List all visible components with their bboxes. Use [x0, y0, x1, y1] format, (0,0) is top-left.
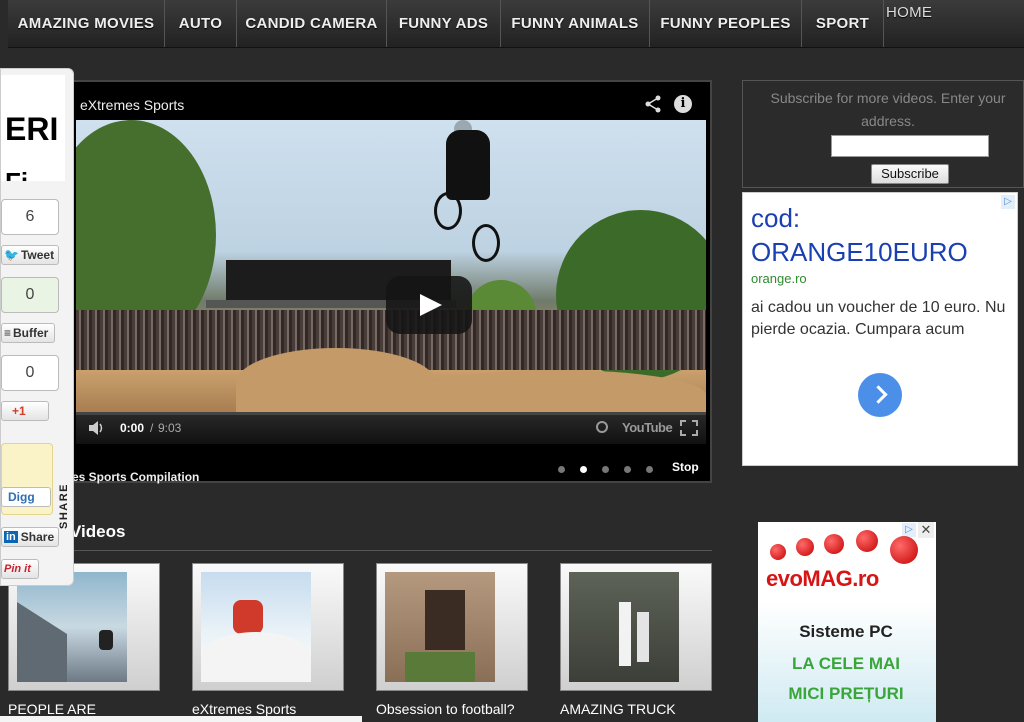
video-thumbnail[interactable]	[560, 563, 712, 691]
tweet-button[interactable]: 🐦 Tweet	[1, 245, 59, 265]
evomag-ball	[796, 538, 814, 556]
video-thumbnail[interactable]	[376, 563, 528, 691]
video-title-link[interactable]: Obsession to football?	[376, 701, 515, 717]
evomag-ball	[856, 530, 878, 552]
subscribe-button[interactable]: Subscribe	[871, 164, 949, 184]
sidebar-logo-text: Fi	[5, 167, 28, 181]
subscribe-box: Subscribe for more videos. Enter your ad…	[742, 80, 1024, 188]
share-vertical-label: SHARE	[58, 482, 70, 529]
video-scene-bike-wheel	[434, 192, 462, 230]
video-title-link[interactable]: PEOPLE ARE	[8, 701, 96, 717]
email-field[interactable]	[831, 135, 989, 157]
thumbnail-image	[201, 572, 311, 682]
gplus-label: +1	[12, 404, 26, 418]
volume-icon[interactable]	[88, 420, 106, 436]
ad-body: ai cadou un voucher de 10 euro. Nu pierd…	[751, 299, 1006, 338]
nav-item-sport[interactable]: SPORT	[802, 0, 884, 47]
fullscreen-icon[interactable]	[680, 420, 698, 436]
nav-item-amazing-movies[interactable]: AMAZING MOVIES	[8, 0, 165, 47]
nav-item-funny-peoples[interactable]: FUNNY PEOPLES	[650, 0, 802, 47]
video-scene-bike-wheel	[472, 224, 500, 262]
time-current: 0:00	[120, 421, 145, 435]
video-frame[interactable]	[76, 120, 706, 412]
main-navigation: AMAZING MOVIES AUTO CANDID CAMERA FUNNY …	[8, 0, 1024, 48]
adchoices-icon[interactable]: ▷	[902, 523, 916, 537]
ad-line-2: LA CELE MAI	[792, 654, 900, 673]
slide-dot[interactable]	[624, 466, 631, 473]
buffer-count: 0	[1, 277, 59, 313]
nav-item-auto[interactable]: AUTO	[165, 0, 237, 47]
digg-label: Digg	[8, 490, 35, 504]
video-caption: es Sports Compilation	[72, 470, 200, 484]
share-icon[interactable]	[644, 95, 662, 113]
videos-divider	[66, 550, 712, 551]
play-button[interactable]	[386, 276, 472, 334]
close-icon[interactable]: ✕	[918, 522, 934, 538]
thumbnail-image	[569, 572, 679, 682]
digg-button[interactable]: Digg	[1, 487, 51, 507]
video-scene-dirt-jump-2	[406, 370, 706, 412]
pinterest-button[interactable]: Pin it	[1, 559, 39, 579]
subscribe-text: Subscribe for more videos. Enter your ad…	[770, 90, 1006, 129]
evomag-ball	[770, 544, 786, 560]
buffer-button[interactable]: ≡ Buffer	[1, 323, 55, 343]
twitter-icon: 🐦	[4, 248, 19, 262]
youtube-logo[interactable]: YouTube	[622, 420, 673, 435]
ad-headline-1[interactable]: cod:	[751, 203, 800, 234]
gplus-button[interactable]: +1	[1, 401, 49, 421]
stop-button[interactable]: Stop	[672, 460, 699, 474]
slide-dot[interactable]	[646, 466, 653, 473]
info-icon[interactable]: i	[674, 95, 692, 113]
bottom-bar	[0, 716, 362, 722]
ad-line-1: Sisteme PC	[799, 622, 893, 641]
ad-domain[interactable]: orange.ro	[751, 271, 807, 286]
linkedin-label: Share	[20, 530, 55, 544]
sidebar-logo: ERI Fi	[1, 75, 65, 181]
nav-item-funny-animals[interactable]: FUNNY ANIMALS	[501, 0, 650, 47]
video-title-link[interactable]: eXtremes Sports	[192, 701, 296, 717]
nav-item-funny-ads[interactable]: FUNNY ADS	[387, 0, 501, 47]
adchoices-icon[interactable]: ▷	[1001, 195, 1015, 209]
buffer-icon: ≡	[4, 326, 12, 340]
chevron-right-icon[interactable]	[858, 373, 902, 417]
thumbnail-image	[17, 572, 127, 682]
sidebar-logo-text: ERI	[5, 111, 59, 147]
linkedin-button[interactable]: in Share	[1, 527, 59, 547]
slide-dot[interactable]	[558, 466, 565, 473]
twitter-count: 6	[1, 199, 59, 235]
nav-item-candid-camera[interactable]: CANDID CAMERA	[237, 0, 387, 47]
tweet-label: Tweet	[20, 248, 55, 262]
evomag-ad[interactable]: ▷ ✕ evoMAG.ro Sisteme PC LA CELE MAI MIC…	[758, 522, 936, 722]
video-title[interactable]: eXtremes Sports	[80, 97, 184, 113]
evomag-logo: evoMAG.ro	[766, 566, 879, 591]
gplus-count: 0	[1, 355, 59, 391]
video-title-link[interactable]: AMAZING TRUCK	[560, 701, 676, 717]
evomag-ball	[824, 534, 844, 554]
time-total: 9:03	[158, 421, 182, 435]
watch-later-icon[interactable]	[596, 421, 608, 433]
nav-item-home[interactable]: HOME	[884, 0, 1024, 47]
slide-dots	[558, 466, 653, 473]
slide-dot[interactable]	[602, 466, 609, 473]
evomag-ball	[890, 536, 918, 564]
video-thumbnail[interactable]	[192, 563, 344, 691]
video-controls: 0:00 / 9:03 YouTube	[76, 412, 706, 444]
videos-heading: Videos	[70, 522, 126, 541]
ad-line-3: MICI PREȚURI	[788, 684, 904, 703]
video-scene-rider-body	[446, 130, 490, 200]
buffer-label: Buffer	[13, 326, 49, 340]
time-separator: /	[150, 421, 154, 435]
thumbnail-image	[385, 572, 495, 682]
slide-dot[interactable]	[580, 466, 587, 473]
share-sidebar: ERI Fi 6 🐦 Tweet 0 ≡ Buffer 0 +1 Digg in…	[0, 68, 74, 586]
pinterest-label: Pin it	[4, 563, 31, 575]
progress-bar[interactable]	[76, 412, 706, 415]
video-player: eXtremes Sports i 0:00 / 9:03 YouTube es…	[66, 80, 712, 484]
orange-ad[interactable]: ▷ cod: ORANGE10EURO orange.ro ai cadou u…	[742, 192, 1018, 466]
ad-headline-2[interactable]: ORANGE10EURO	[751, 237, 968, 268]
linkedin-icon: in	[4, 531, 18, 543]
